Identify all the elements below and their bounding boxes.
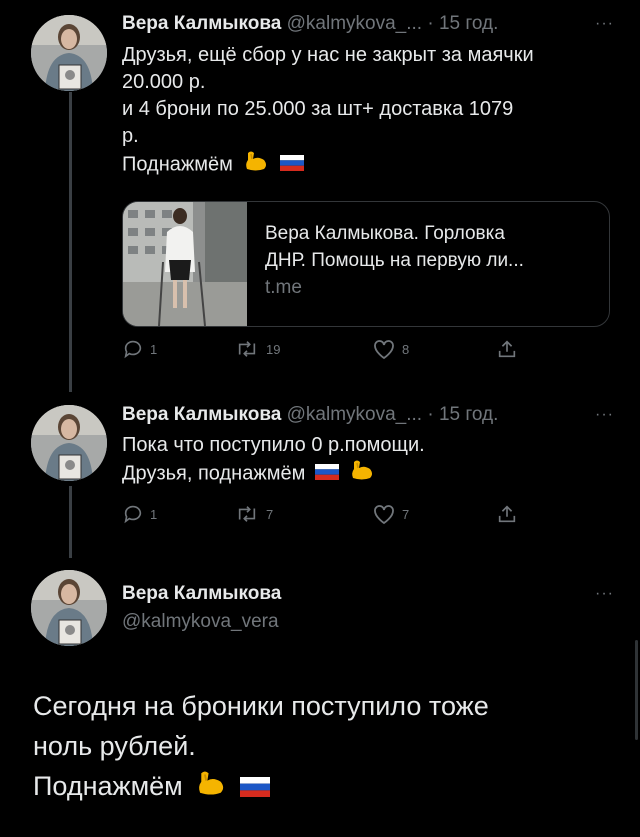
text-line: 20.000 р. [122, 71, 206, 93]
avatar[interactable] [31, 405, 107, 481]
card-domain: t.me [265, 277, 302, 298]
flexed-biceps-emoji [348, 459, 376, 489]
more-options-icon[interactable]: ··· [595, 15, 614, 33]
tweet-actions: 1 7 7 [122, 503, 522, 527]
tweet-text: Сегодня на броники поступило тоже ноль р… [33, 686, 489, 808]
like-count: 7 [402, 506, 410, 522]
card-title: Вера Калмыкова. Горловка [265, 223, 505, 244]
text-line: Сегодня на броники поступило тоже [33, 691, 489, 721]
avatar[interactable] [31, 570, 107, 646]
retweet-count: 19 [266, 341, 281, 357]
text-line: и 4 брони по 25.000 за шт+ доставка 1079 [122, 98, 514, 120]
retweet-icon [238, 506, 256, 522]
retweet-button[interactable]: 19 [234, 338, 280, 360]
flexed-biceps-emoji [194, 768, 228, 808]
share-icon [498, 505, 516, 523]
scrollbar[interactable] [635, 640, 638, 740]
text-line: Поднажмём [122, 150, 534, 180]
card-text: Вера Калмыкова. Горловка ДНР. Помощь на … [265, 220, 524, 301]
text-line: Друзья, поднажмём [122, 459, 425, 489]
author-handle[interactable]: @kalmykova_vera [122, 611, 279, 633]
reply-button[interactable]: 1 [122, 338, 157, 360]
text-line: Поднажмём [33, 766, 489, 808]
like-count: 8 [402, 341, 410, 357]
tweet-actions: 1 19 8 [122, 338, 522, 362]
more-options-icon[interactable]: ··· [595, 585, 614, 603]
text-line: ноль рублей. [33, 731, 196, 761]
link-card[interactable]: Вера Калмыкова. Горловка ДНР. Помощь на … [122, 201, 610, 327]
like-button[interactable]: 7 [372, 503, 409, 525]
reply-icon [124, 340, 142, 359]
text-line: Друзья, ещё сбор у нас не закрыт за маяч… [122, 44, 534, 66]
card-thumbnail [123, 202, 247, 326]
tweet-text: Пока что поступило 0 р.помощи. Друзья, п… [122, 432, 425, 489]
reply-count: 1 [150, 341, 158, 357]
tweet-text: Друзья, ещё сбор у нас не закрыт за маяч… [122, 42, 534, 180]
text-line: р. [122, 125, 139, 147]
reply-count: 1 [150, 506, 158, 522]
author-handle[interactable]: @kalmykova_... [287, 13, 422, 34]
text-line: Пока что поступило 0 р.помощи. [122, 434, 425, 456]
share-button[interactable] [496, 503, 518, 525]
thread-connector [69, 92, 72, 392]
tweet-header: Вера Калмыкова @kalmykova_... · 15 год. [122, 404, 498, 426]
timestamp[interactable]: · 15 год. [427, 404, 498, 425]
russian-flag-emoji [314, 461, 339, 488]
retweet-count: 7 [266, 506, 274, 522]
flexed-biceps-emoji [242, 150, 270, 180]
more-options-icon[interactable]: ··· [595, 406, 614, 424]
russian-flag-emoji [239, 768, 270, 808]
author-handle[interactable]: @kalmykova_... [287, 404, 422, 425]
share-icon [498, 340, 516, 358]
share-button[interactable] [496, 338, 518, 360]
timestamp[interactable]: · 15 год. [427, 13, 498, 34]
thread-connector [69, 486, 72, 558]
author-name[interactable]: Вера Калмыкова [122, 404, 281, 425]
tweet-header: Вера Калмыкова @kalmykova_... · 15 год. [122, 13, 498, 35]
author-name[interactable]: Вера Калмыкова [122, 583, 281, 604]
heart-icon [374, 340, 394, 360]
russian-flag-emoji [280, 152, 305, 179]
retweet-button[interactable]: 7 [234, 503, 273, 525]
heart-icon [374, 505, 394, 525]
avatar[interactable] [31, 15, 107, 91]
retweet-icon [238, 341, 256, 357]
like-button[interactable]: 8 [372, 338, 409, 360]
tweet-header: Вера Калмыкова [122, 583, 281, 605]
card-title: ДНР. Помощь на первую ли... [265, 250, 524, 271]
author-name[interactable]: Вера Калмыкова [122, 13, 281, 34]
reply-icon [124, 505, 142, 524]
reply-button[interactable]: 1 [122, 503, 157, 525]
